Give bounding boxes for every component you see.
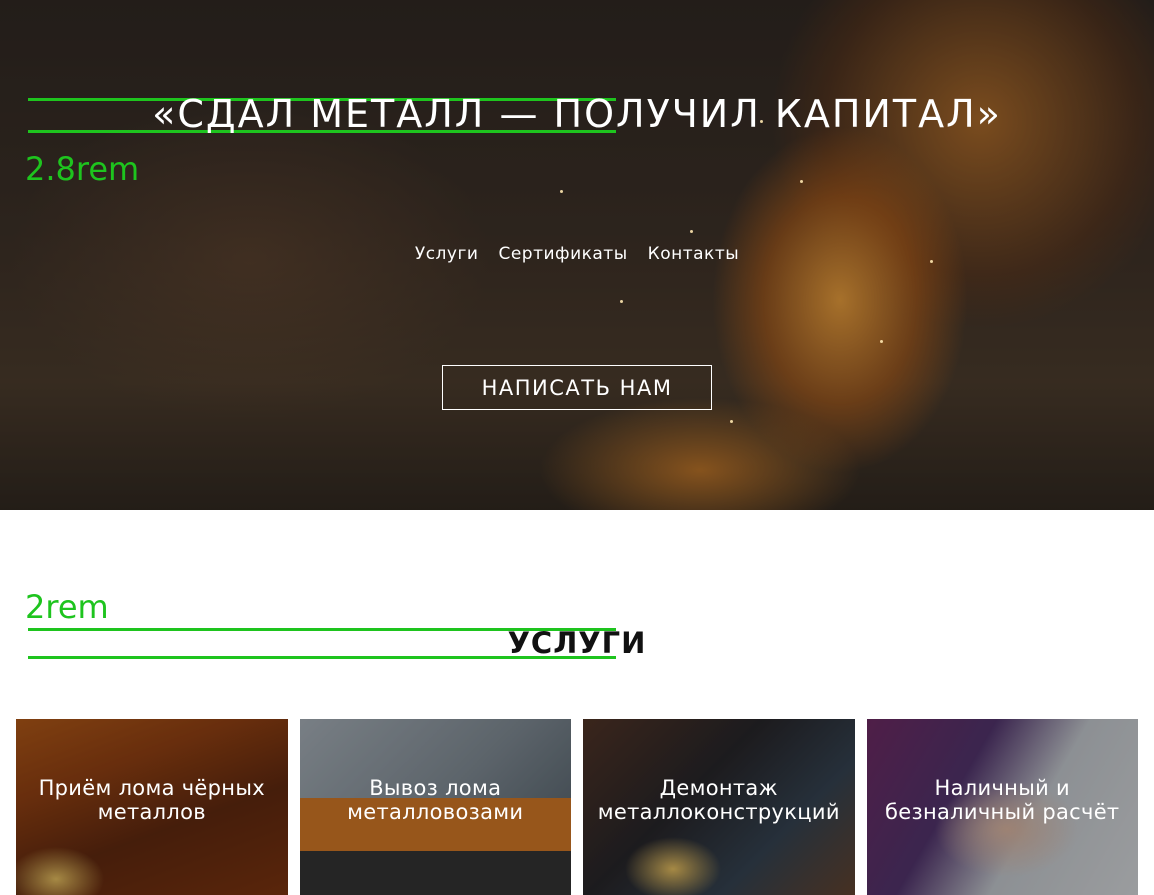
services-title: УСЛУГИ <box>507 626 647 660</box>
spark <box>690 230 693 233</box>
main-nav: Услуги Сертификаты Контакты <box>0 244 1154 264</box>
spark <box>730 420 733 423</box>
spark <box>560 190 563 193</box>
hero-size-note: 2.8rem <box>25 150 140 188</box>
service-card-scrap-removal[interactable]: Вывоз лома металловозами <box>299 719 571 895</box>
nav-link-contacts[interactable]: Контакты <box>648 244 740 264</box>
nav-link-services[interactable]: Услуги <box>415 244 479 264</box>
service-card-label: Демонтаж металлоконструкций <box>597 776 840 824</box>
hero-title: «СДАЛ МЕТАЛЛ — ПОЛУЧИЛ КАПИТАЛ» <box>152 92 1002 136</box>
write-us-button[interactable]: НАПИСАТЬ НАМ <box>442 365 712 410</box>
service-card-label: Вывоз лома металловозами <box>347 776 524 824</box>
services-decor-line-top <box>28 628 616 631</box>
service-card-label: Приём лома чёрных металлов <box>38 776 265 824</box>
service-card-label: Наличный и безналичный расчёт <box>885 776 1120 824</box>
spark <box>880 340 883 343</box>
services-cards: Приём лома чёрных металлов Вывоз лома ме… <box>16 719 1138 895</box>
service-card-dismantling[interactable]: Демонтаж металлоконструкций <box>583 719 855 895</box>
spark <box>620 300 623 303</box>
services-decor-line-bottom <box>28 656 616 659</box>
nav-link-certificates[interactable]: Сертификаты <box>498 244 627 264</box>
services-size-note: 2rem <box>25 588 109 626</box>
service-card-payment[interactable]: Наличный и безналичный расчёт <box>866 719 1138 895</box>
service-card-scrap-intake[interactable]: Приём лома чёрных металлов <box>16 719 288 895</box>
spark <box>800 180 803 183</box>
